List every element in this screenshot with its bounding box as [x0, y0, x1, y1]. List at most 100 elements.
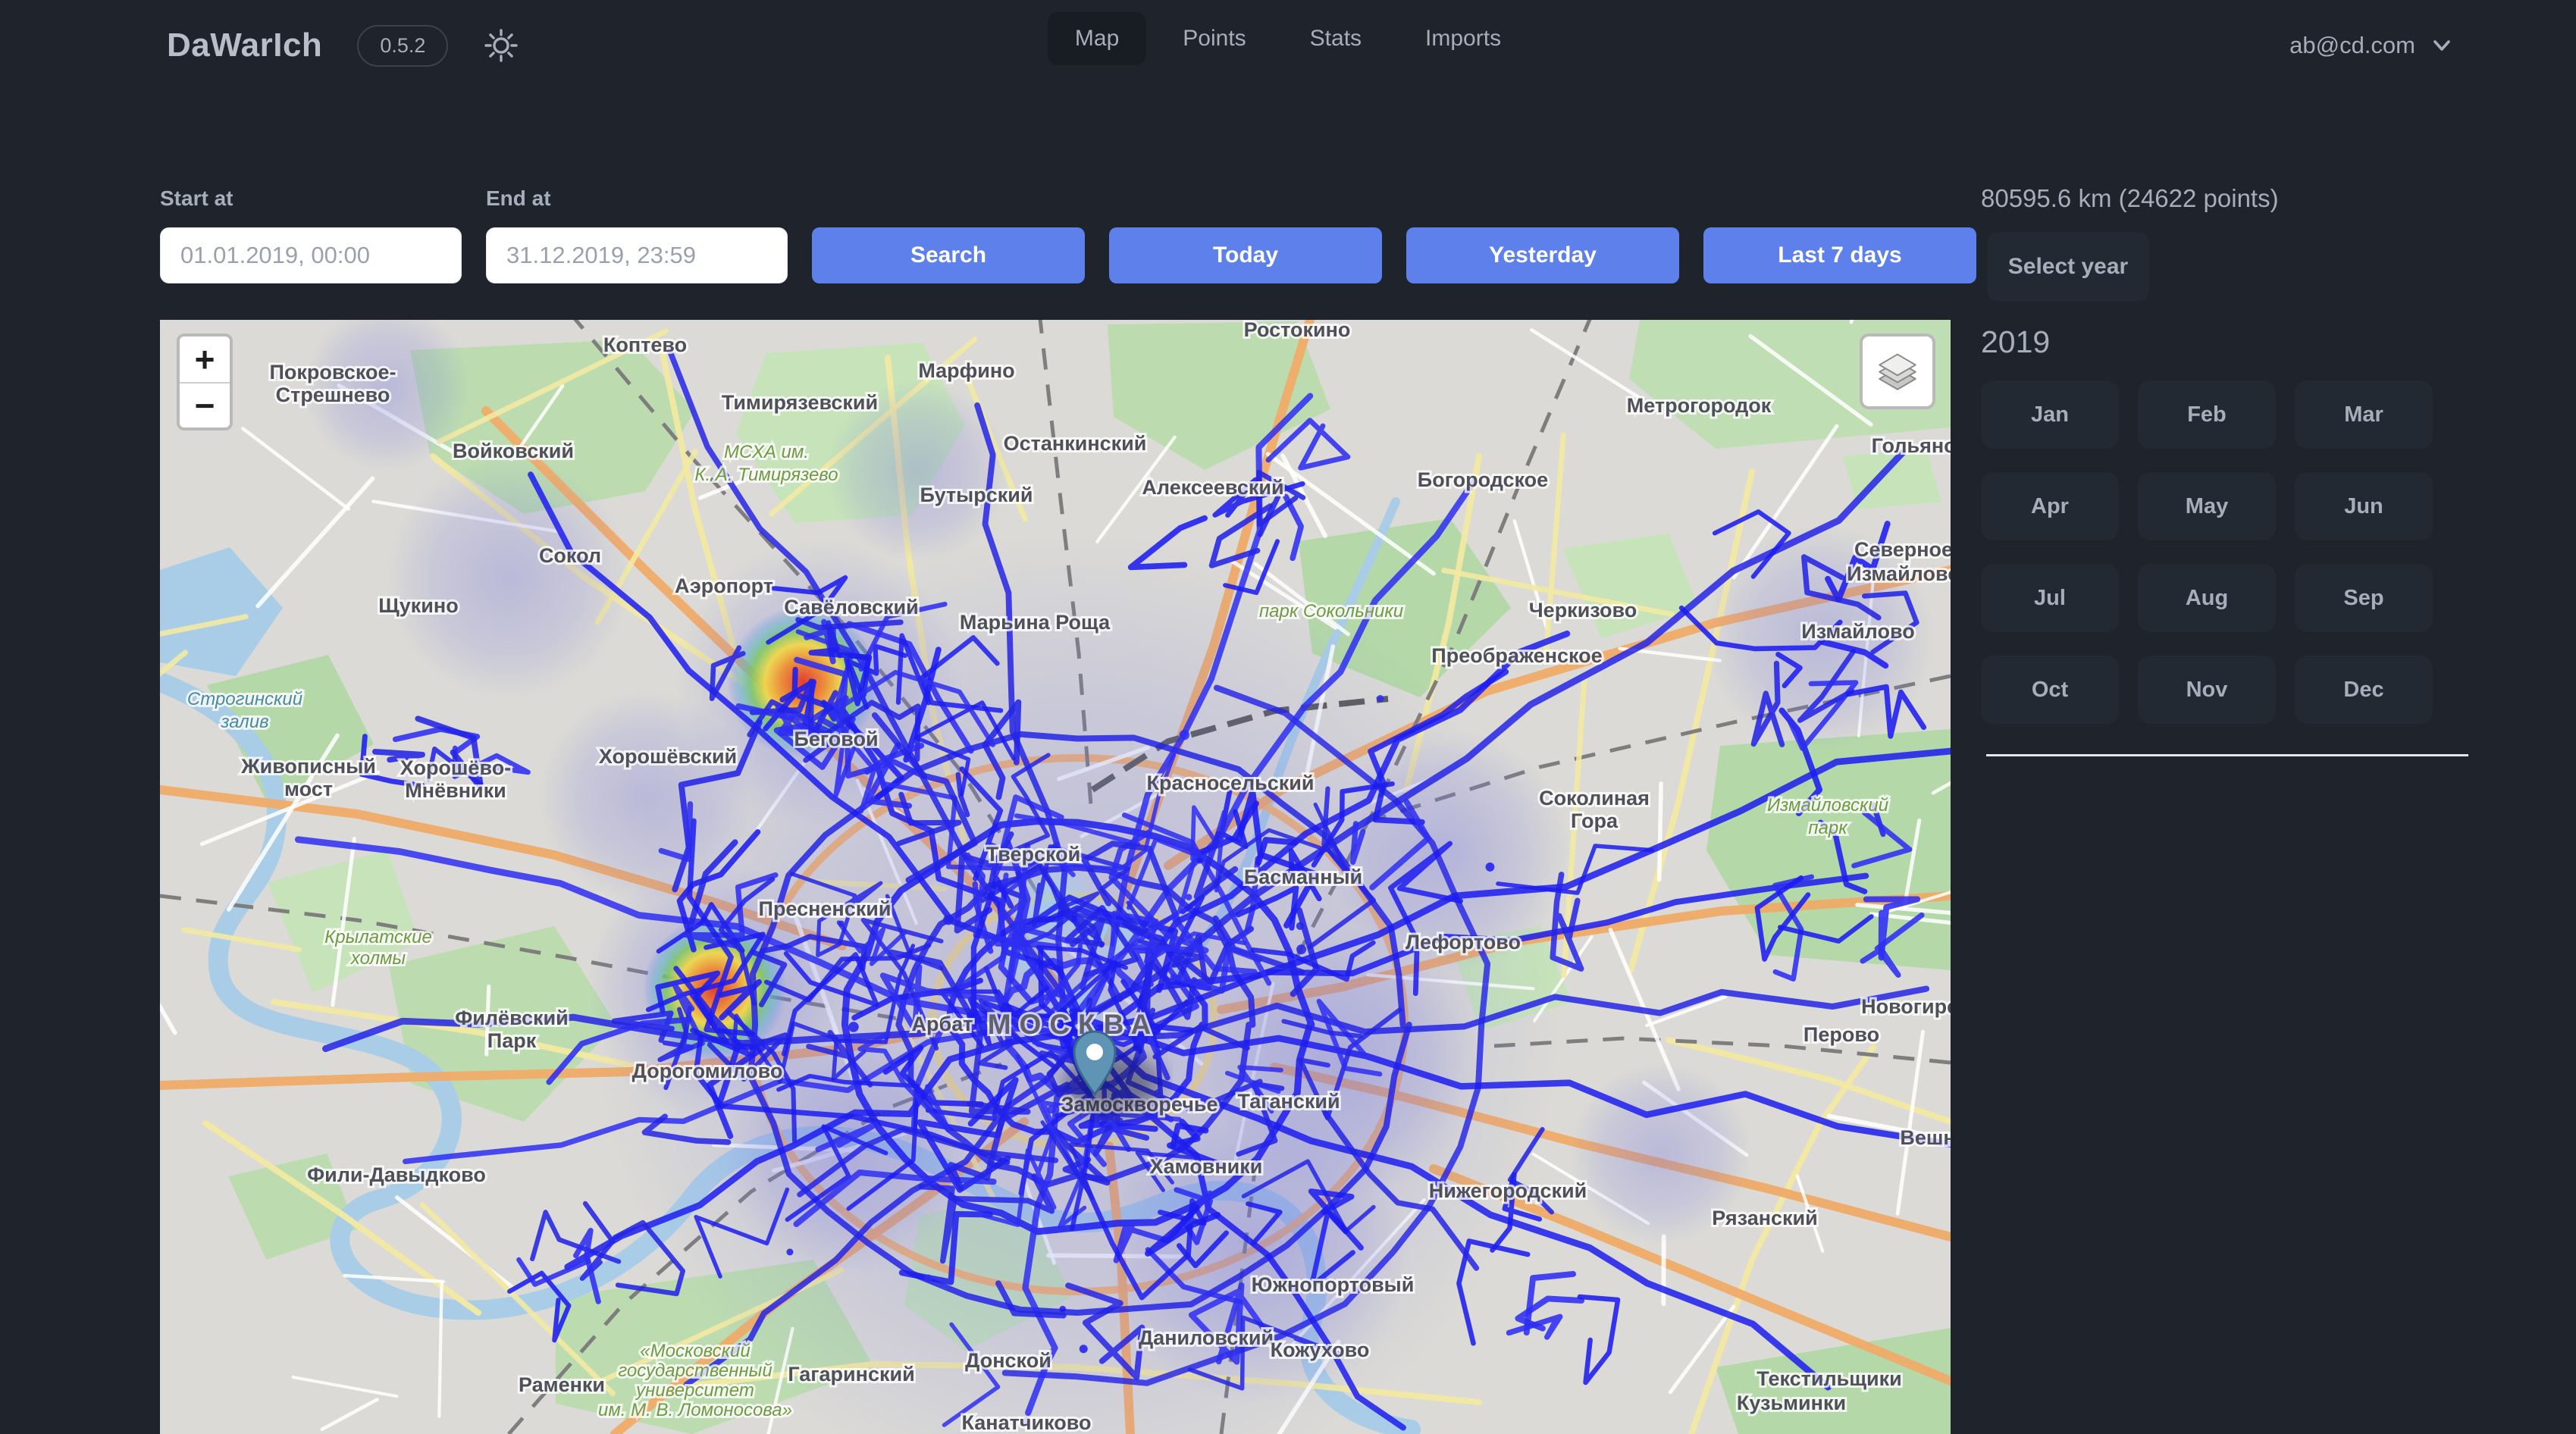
map-place-label: Савёловский — [784, 596, 918, 618]
map-place-label: Измайловский — [1767, 795, 1888, 816]
map-place-label: Покровское- — [270, 361, 396, 384]
right-sidebar: 80595.6 km (24622 points) Select year 20… — [1981, 183, 2474, 762]
map-place-label: Нижегородский — [1429, 1179, 1587, 1202]
map-place-label: Бутырский — [920, 484, 1033, 506]
map-place-label: Соколиная — [1539, 787, 1650, 809]
end-at-label: End at — [486, 186, 788, 211]
map-place-label: Лефортово — [1406, 931, 1521, 953]
yesterday-button[interactable]: Yesterday — [1406, 227, 1679, 283]
map-place-label: Даниловский — [1139, 1326, 1274, 1349]
last7days-button[interactable]: Last 7 days — [1703, 227, 1976, 283]
map-place-label: Пресненский — [759, 897, 892, 920]
zoom-out-button[interactable]: − — [180, 382, 230, 427]
map-place-label: Басманный — [1244, 866, 1362, 888]
map-place-label: парк — [1808, 818, 1848, 838]
today-button[interactable]: Today — [1109, 227, 1382, 283]
map-place-label: Живописный — [240, 755, 376, 778]
month-grid: Jan Feb Mar Apr May Jun Jul Aug Sep Oct Nov Dec — [1981, 380, 2474, 724]
tab-imports[interactable]: Imports — [1398, 12, 1528, 65]
map-place-label: Филёвский — [455, 1007, 568, 1029]
tab-stats[interactable]: Stats — [1283, 12, 1389, 65]
zoom-in-button[interactable]: + — [180, 337, 230, 382]
user-email: ab@cd.com — [2289, 32, 2415, 59]
map-place-label: Тимирязевский — [722, 391, 878, 414]
map-place-label: Южнопортовый — [1252, 1273, 1415, 1296]
month-button-mar[interactable]: Mar — [2295, 380, 2433, 449]
distance-stats: 80595.6 km (24622 points) — [1981, 183, 2474, 214]
app-logo: DaWarIch — [167, 27, 322, 64]
map-canvas[interactable]: Коптево Покровское-Стрешнево Тимирязевский… — [160, 320, 1951, 1434]
map-place-label: Северное — [1854, 538, 1951, 561]
version-badge: 0.5.2 — [357, 25, 448, 67]
map-place-label: Хорошёво- — [400, 756, 511, 779]
month-button-nov[interactable]: Nov — [2138, 656, 2276, 724]
app-header: DaWarIch 0.5.2 MapPointsStatsImports ab@… — [0, 0, 2576, 99]
map-place-label: Марьина Роща — [960, 611, 1111, 634]
sun-icon — [483, 27, 519, 64]
layers-button[interactable] — [1860, 333, 1935, 409]
search-button[interactable]: Search — [812, 227, 1085, 283]
map-place-label: Коптево — [603, 333, 687, 356]
month-button-dec[interactable]: Dec — [2295, 656, 2433, 724]
map-place-label: Беговой — [794, 728, 878, 750]
month-button-may[interactable]: May — [2138, 472, 2276, 540]
map-place-label: Дорогомилово — [632, 1060, 783, 1082]
map-place-label: Хорошёвский — [599, 745, 737, 768]
map-place-label: Кожухово — [1271, 1339, 1370, 1361]
map-place-label: парк Сокольники — [1259, 601, 1403, 622]
map-zoom-control: + − — [177, 333, 233, 431]
map-place-label: Стрешнево — [276, 384, 390, 406]
map-place-label: Текстильщики — [1757, 1367, 1901, 1390]
map-place-label: Алексеевский — [1142, 476, 1283, 499]
map-place-label: Гагаринский — [788, 1363, 914, 1385]
sidebar-divider — [1986, 754, 2468, 756]
end-at-input[interactable] — [486, 227, 788, 283]
map-place-label: Таганский — [1237, 1090, 1340, 1113]
map-place-label: Сокол — [539, 544, 601, 567]
map-place-label: Метрогородок — [1627, 394, 1772, 417]
chevron-down-icon — [2429, 33, 2455, 58]
month-button-sep[interactable]: Sep — [2295, 564, 2433, 632]
map-place-label: МСХА им. — [724, 442, 809, 462]
map-place-label: Мнёвники — [405, 779, 506, 802]
map-place-label: им. М. В. Ломоносова» — [598, 1400, 792, 1420]
map-place-label: Фили-Давыдково — [307, 1163, 486, 1186]
map-place-label: Ростокино — [1244, 320, 1351, 341]
tab-map[interactable]: Map — [1048, 12, 1146, 65]
start-at-input[interactable] — [160, 227, 462, 283]
map-place-label: Измайлово — [1847, 562, 1951, 585]
month-button-jan[interactable]: Jan — [1981, 380, 2119, 449]
brand: DaWarIch 0.5.2 — [167, 0, 519, 91]
nav-tabs: MapPointsStatsImports — [1048, 12, 1528, 65]
map-place-label: Рязанский — [1712, 1207, 1818, 1229]
month-button-oct[interactable]: Oct — [1981, 656, 2119, 724]
month-button-jul[interactable]: Jul — [1981, 564, 2119, 632]
map-place-label: Раменки — [519, 1373, 605, 1396]
map-place-label: Останкинский — [1004, 432, 1147, 455]
start-at-label: Start at — [160, 186, 462, 211]
map-place-label: Измайлово — [1801, 620, 1914, 643]
map-place-label: Парк — [487, 1029, 537, 1052]
theme-toggle[interactable] — [483, 27, 519, 64]
month-button-feb[interactable]: Feb — [2138, 380, 2276, 449]
map-place-label: Строгинский — [187, 689, 302, 709]
tab-points[interactable]: Points — [1155, 12, 1273, 65]
map-place-label: Аэропорт — [675, 575, 773, 597]
map-place-label: Перово — [1804, 1023, 1879, 1046]
map-place-label: Тверской — [986, 843, 1080, 866]
map-place-label: Преображенское — [1431, 644, 1602, 667]
map-place-label: Красносельский — [1147, 772, 1315, 794]
select-year-button[interactable]: Select year — [1987, 232, 2149, 302]
filter-bar: Start at End at Search Today Yesterday L… — [160, 186, 1976, 283]
map-place-label: мост — [284, 778, 333, 800]
month-button-apr[interactable]: Apr — [1981, 472, 2119, 540]
user-menu[interactable]: ab@cd.com — [2289, 0, 2455, 91]
map-place-label: Богородское — [1418, 468, 1548, 491]
map-place-label: К. А. Тимирязево — [694, 465, 838, 485]
year-heading: 2019 — [1981, 324, 2474, 361]
month-button-jun[interactable]: Jun — [2295, 472, 2433, 540]
map-place-label: Черкизово — [1529, 599, 1637, 622]
month-button-aug[interactable]: Aug — [2138, 564, 2276, 632]
map-place-label: университет — [635, 1380, 754, 1401]
map-place-label: Канатчиково — [961, 1411, 1091, 1434]
